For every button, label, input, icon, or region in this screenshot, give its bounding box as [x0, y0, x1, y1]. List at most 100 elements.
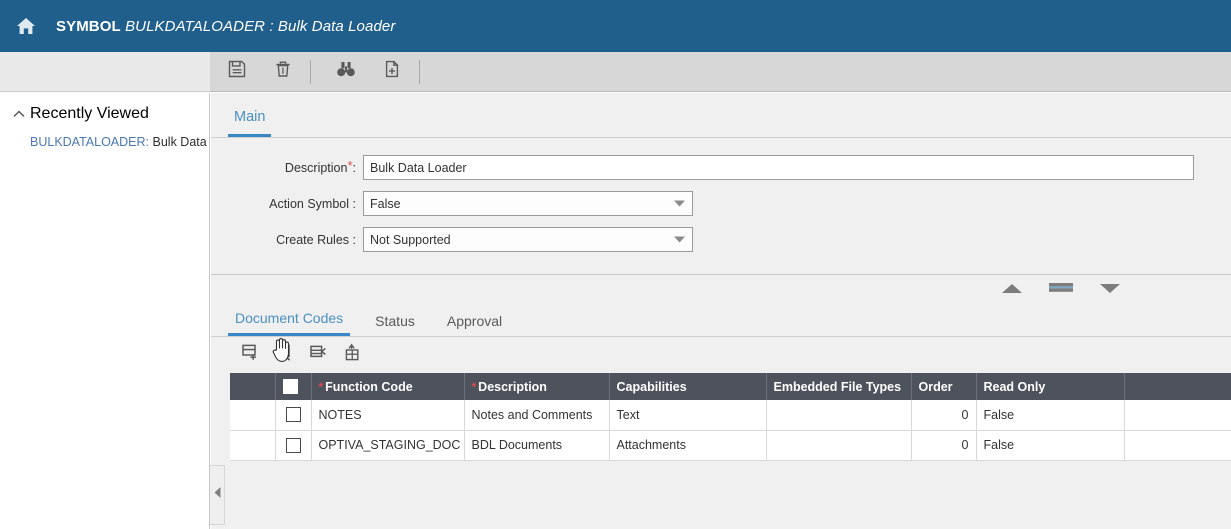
save-button[interactable] [218, 57, 256, 87]
header-capabilities[interactable]: Capabilities [609, 373, 766, 400]
delete-button[interactable] [264, 57, 302, 87]
create-rules-select[interactable]: Not Supported [363, 227, 693, 252]
chevron-left-icon [213, 486, 222, 504]
sub-tab-strip: Document Codes Status Approval [211, 304, 1231, 337]
toolbar-separator-2 [419, 60, 420, 84]
new-document-icon [383, 60, 401, 83]
action-symbol-label: Action Symbol : [211, 197, 363, 211]
triangle-down-icon [1099, 281, 1121, 299]
sidebar-item-label: Bulk Data L [153, 135, 211, 149]
action-symbol-label-text: Action Symbol [269, 197, 349, 211]
main-content: Main Description*: Bulk Data Loader Acti… [211, 93, 1231, 529]
home-icon [15, 16, 37, 36]
chevron-up-icon [12, 107, 26, 121]
delete-row-button[interactable] [267, 341, 301, 369]
row-checkbox[interactable] [286, 407, 301, 422]
triangle-up-icon [1001, 281, 1023, 299]
application-window: SYMBOL BULKDATALOADER : Bulk Data Loader [0, 0, 1231, 529]
cell-embedded-file-types[interactable] [766, 400, 911, 430]
tab-approval[interactable]: Approval [440, 313, 509, 336]
main-toolbar [210, 52, 1231, 92]
edit-row-button[interactable] [301, 341, 335, 369]
grid-container: *Function Code *Description Capabilities… [211, 373, 1231, 461]
chevron-down-icon [666, 192, 692, 215]
cell-function-code[interactable]: OPTIVA_STAGING_DOC [311, 430, 464, 460]
cell-order[interactable]: 0 [911, 400, 976, 430]
cell-function-code[interactable]: NOTES [311, 400, 464, 430]
header-select-all[interactable] [275, 373, 311, 400]
panel-controls [211, 274, 1231, 304]
tab-main[interactable]: Main [228, 109, 271, 137]
form-row-action-symbol: Action Symbol : False [211, 191, 1231, 216]
detail-form: Description*: Bulk Data Loader Action Sy… [211, 138, 1231, 252]
home-button[interactable] [0, 0, 52, 52]
header-embedded-file-types[interactable]: Embedded File Types [766, 373, 911, 400]
find-button[interactable] [327, 57, 365, 87]
row-handle [230, 400, 275, 430]
description-value: Bulk Data Loader [370, 161, 467, 175]
export-excel-button[interactable] [335, 341, 369, 369]
page-title-prefix: SYMBOL [56, 18, 121, 35]
grid-toolbar [211, 337, 1231, 373]
cell-capabilities[interactable]: Attachments [609, 430, 766, 460]
cell-read-only[interactable]: False [976, 430, 1124, 460]
table-row[interactable]: NOTES Notes and Comments Text 0 False [230, 400, 1231, 430]
document-codes-table: *Function Code *Description Capabilities… [230, 373, 1231, 461]
cell-read-only[interactable]: False [976, 400, 1124, 430]
required-asterisk: * [472, 380, 477, 394]
row-delete-icon [275, 343, 294, 367]
collapse-up-button[interactable] [1001, 281, 1023, 299]
description-input[interactable]: Bulk Data Loader [363, 155, 1194, 180]
header-description-label: Description [478, 380, 547, 394]
toolbar-separator-1 [310, 60, 311, 84]
create-rules-value: Not Supported [370, 233, 451, 247]
header-description[interactable]: *Description [464, 373, 609, 400]
header-order[interactable]: Order [911, 373, 976, 400]
row-add-icon [241, 343, 260, 367]
sidebar-collapse-handle[interactable] [210, 465, 225, 525]
cell-spacer [1124, 400, 1231, 430]
description-colon: : [353, 161, 356, 175]
row-select-cell[interactable] [275, 430, 311, 460]
create-rules-colon: : [353, 233, 356, 247]
row-checkbox[interactable] [286, 438, 301, 453]
select-all-checkbox[interactable] [283, 379, 298, 394]
restore-panel-button[interactable] [1049, 281, 1073, 299]
action-symbol-select[interactable]: False [363, 191, 693, 216]
trash-icon [274, 60, 292, 83]
page-title: SYMBOL BULKDATALOADER : Bulk Data Loader [56, 18, 395, 35]
create-rules-label: Create Rules : [211, 233, 363, 247]
chevron-down-icon [666, 228, 692, 251]
tab-document-codes[interactable]: Document Codes [228, 310, 350, 336]
description-label-text: Description [285, 161, 348, 175]
cell-capabilities[interactable]: Text [609, 400, 766, 430]
tab-status[interactable]: Status [368, 313, 422, 336]
header-spacer [1124, 373, 1231, 400]
cell-description[interactable]: Notes and Comments [464, 400, 609, 430]
toolbar-left-filler [0, 52, 210, 92]
sidebar-item-bulkdataloader[interactable]: BULKDATALOADER: Bulk Data L [0, 133, 209, 151]
table-row[interactable]: OPTIVA_STAGING_DOC BDL Documents Attachm… [230, 430, 1231, 460]
cell-order[interactable]: 0 [911, 430, 976, 460]
sidebar-section-label: Recently Viewed [30, 105, 149, 123]
sidebar-section-recently-viewed[interactable]: Recently Viewed [0, 93, 209, 133]
cell-embedded-file-types[interactable] [766, 430, 911, 460]
form-row-description: Description*: Bulk Data Loader [211, 155, 1231, 180]
action-symbol-colon: : [353, 197, 356, 211]
header-read-only[interactable]: Read Only [976, 373, 1124, 400]
cell-description[interactable]: BDL Documents [464, 430, 609, 460]
add-row-button[interactable] [233, 341, 267, 369]
binoculars-icon [336, 60, 356, 83]
equals-bars-icon [1049, 281, 1073, 299]
page-title-object: BULKDATALOADER : Bulk Data Loader [125, 18, 395, 35]
cell-spacer [1124, 430, 1231, 460]
required-asterisk: * [319, 380, 324, 394]
new-document-button[interactable] [373, 57, 411, 87]
header-function-code[interactable]: *Function Code [311, 373, 464, 400]
expand-down-button[interactable] [1099, 281, 1121, 299]
row-select-cell[interactable] [275, 400, 311, 430]
export-spreadsheet-icon [343, 343, 362, 367]
application-header: SYMBOL BULKDATALOADER : Bulk Data Loader [0, 0, 1231, 52]
sidebar: Recently Viewed BULKDATALOADER: Bulk Dat… [0, 93, 210, 529]
main-tab-strip: Main [211, 93, 1231, 138]
